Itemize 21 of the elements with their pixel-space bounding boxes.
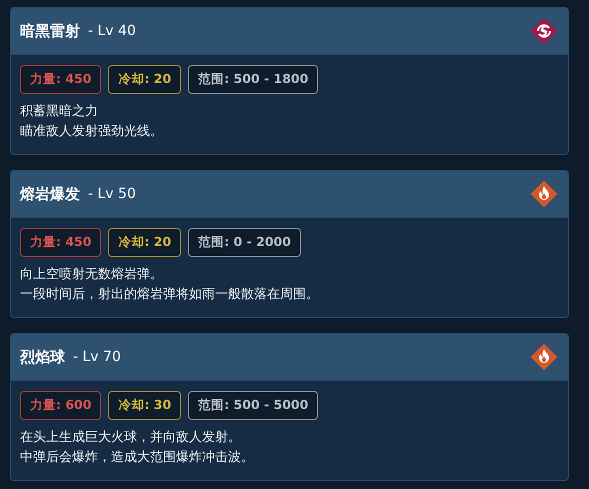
range-stat: 范围: 500 - 5000 xyxy=(188,391,318,420)
description-line: 在头上生成巨大火球，并向敌人发射。 xyxy=(20,429,242,447)
description-line: 向上空喷射无数熔岩弹。 xyxy=(20,266,164,284)
skill-name: 暗黑雷射 xyxy=(20,22,80,40)
description-line: 积蓄黑暗之力 xyxy=(20,103,99,121)
skill-level: - Lv 50 xyxy=(88,186,136,202)
cooldown-stat: 冷却: 20 xyxy=(108,65,182,94)
skill-level: - Lv 40 xyxy=(88,23,136,39)
skill-name: 烈焰球 xyxy=(20,348,65,366)
power-stat: 力量: 450 xyxy=(20,65,102,94)
description-line: 一段时间后，射出的熔岩弹将如雨一般散落在周围。 xyxy=(20,286,320,304)
power-stat: 力量: 600 xyxy=(20,391,102,420)
range-stat: 范围: 500 - 1800 xyxy=(188,65,318,94)
skill-name: 熔岩爆发 xyxy=(20,184,80,204)
description-line: 中弹后会爆炸，造成大范围爆炸冲击波。 xyxy=(20,449,255,467)
skill-level: - Lv 70 xyxy=(73,349,121,365)
cooldown-stat: 冷却: 20 xyxy=(108,228,182,257)
power-stat: 力量: 450 xyxy=(20,228,102,257)
range-stat: 范围: 0 - 2000 xyxy=(188,228,301,257)
description-line: 瞄准敌人发射强劲光线。 xyxy=(20,123,164,141)
cooldown-stat: 冷却: 30 xyxy=(108,391,182,420)
